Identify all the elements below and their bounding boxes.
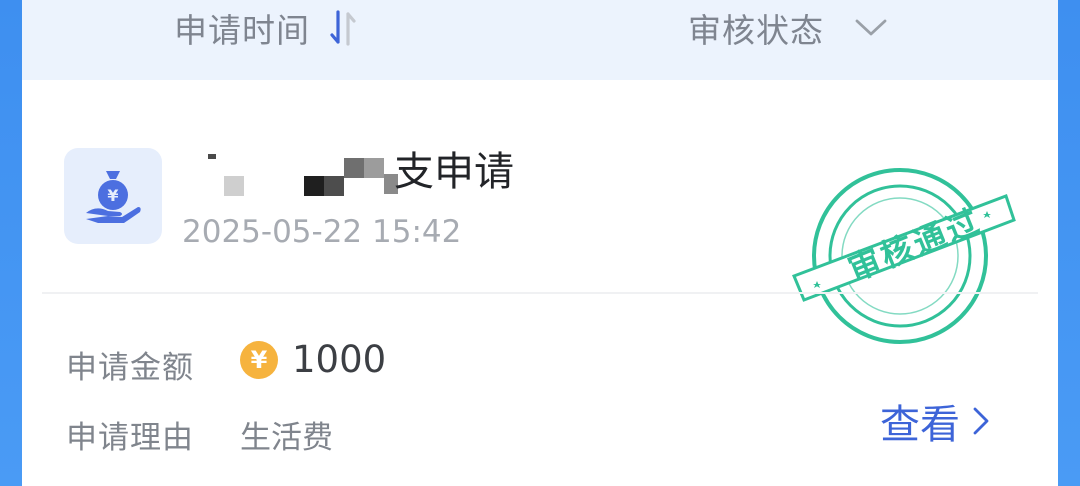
application-card[interactable]: 申请时间 审核状态 ¥ 支申请 2025-05-22 15:42 审核通过 申请… — [22, 0, 1058, 486]
application-title: 支申请 — [394, 149, 514, 195]
view-details-link[interactable]: 查看 — [880, 392, 990, 450]
screen: 申请时间 审核状态 ¥ 支申请 2025-05-22 15:42 审核通过 申请… — [0, 0, 1080, 486]
chevron-right-icon — [972, 406, 990, 436]
chevron-down-icon — [854, 17, 888, 39]
application-time: 2025-05-22 15:42 — [182, 214, 462, 250]
filter-time-label: 申请时间 — [174, 11, 310, 50]
filter-status-label: 审核状态 — [688, 11, 824, 50]
sort-by-time-filter[interactable]: 申请时间 — [174, 0, 360, 56]
redacted-title-mask — [182, 148, 400, 200]
yuan-coin-icon: ¥ — [240, 340, 278, 379]
amount-field: ¥ 1000 — [240, 338, 386, 381]
view-label: 查看 — [880, 402, 960, 448]
approved-stamp: 审核通过 — [784, 160, 1016, 356]
sort-icon — [328, 8, 360, 48]
review-status-filter[interactable]: 审核状态 — [688, 0, 888, 56]
filter-bar: 申请时间 审核状态 — [22, 0, 1058, 80]
reason-value: 生活费 — [240, 420, 333, 456]
divider — [42, 292, 1038, 294]
reason-label: 申请理由 — [66, 420, 194, 456]
money-bag-hand-icon: ¥ — [64, 148, 162, 244]
amount-label: 申请金额 — [66, 350, 194, 386]
amount-value: 1000 — [292, 338, 387, 381]
svg-text:¥: ¥ — [107, 186, 118, 205]
